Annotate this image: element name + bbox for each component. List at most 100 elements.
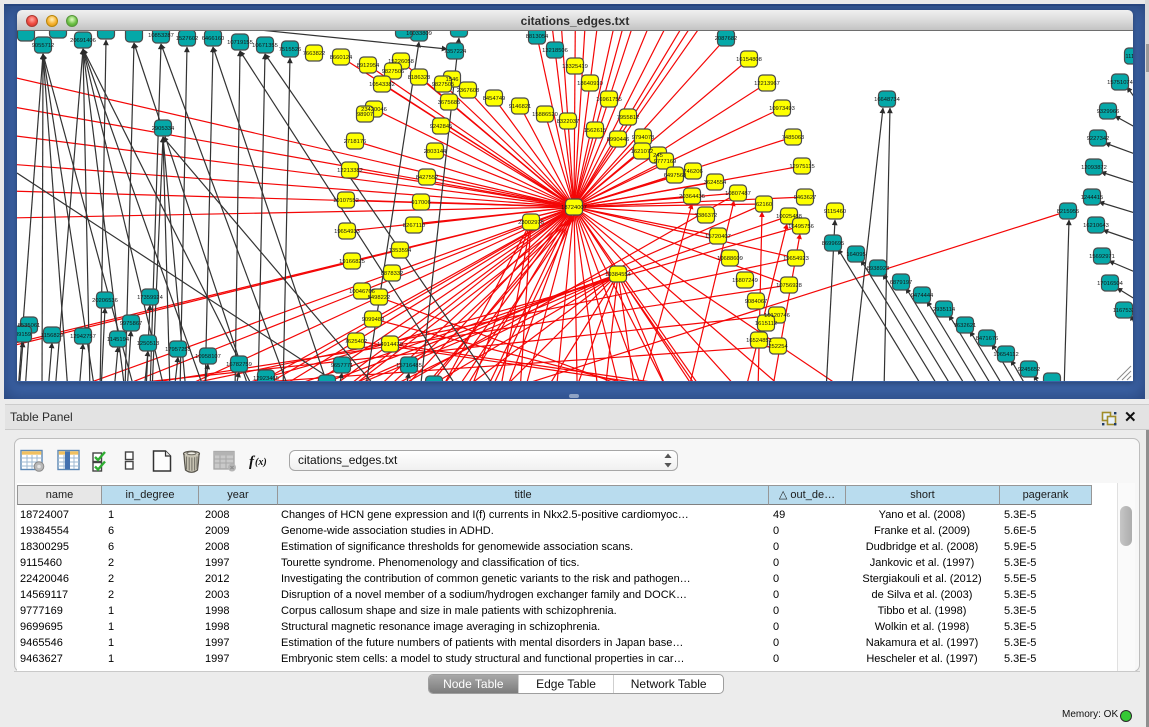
- svg-text:15720407: 15720407: [705, 234, 731, 240]
- svg-text:10973493: 10973493: [769, 106, 795, 112]
- svg-text:16495756: 16495756: [788, 224, 814, 230]
- svg-text:6879197: 6879197: [890, 280, 913, 286]
- svg-text:1621072: 1621072: [631, 149, 654, 155]
- svg-text:12923465: 12923465: [253, 376, 279, 381]
- svg-text:12975115: 12975115: [789, 164, 814, 170]
- svg-text:2935114: 2935114: [933, 307, 956, 313]
- svg-text:8938923: 8938923: [867, 266, 890, 272]
- svg-text:10719155: 10719155: [227, 40, 253, 46]
- svg-text:39159: 39159: [17, 332, 31, 338]
- svg-text:15751074: 15751074: [1107, 80, 1133, 86]
- svg-text:20364436: 20364436: [679, 194, 705, 200]
- svg-text:10120746: 10120746: [764, 313, 790, 319]
- svg-text:16648734: 16648734: [874, 97, 901, 103]
- svg-text:15226058: 15226058: [388, 59, 414, 65]
- svg-text:1527602: 1527602: [176, 36, 199, 42]
- svg-text:7955812: 7955812: [617, 115, 640, 121]
- svg-text:746206: 746206: [683, 169, 702, 175]
- svg-text:7386372: 7386372: [695, 213, 718, 219]
- svg-text:5498222: 5498222: [368, 295, 391, 301]
- svg-text:1145194: 1145194: [107, 337, 130, 343]
- svg-text:9055712: 9055712: [32, 43, 55, 49]
- svg-text:1615112: 1615112: [755, 321, 777, 327]
- svg-text:8186328: 8186328: [408, 75, 431, 81]
- svg-text:7663822: 7663822: [303, 51, 326, 57]
- svg-text:9084067: 9084067: [745, 299, 768, 305]
- svg-text:1250513: 1250513: [137, 341, 160, 347]
- svg-text:8322037: 8322037: [557, 119, 580, 125]
- svg-text:16210643: 16210643: [1083, 223, 1109, 229]
- svg-text:9657771: 9657771: [331, 363, 354, 369]
- svg-text:7632621: 7632621: [954, 323, 977, 329]
- svg-text:98907: 98907: [357, 112, 373, 118]
- svg-text:7625402: 7625402: [345, 339, 368, 345]
- svg-text:17016504: 17016504: [1097, 281, 1124, 287]
- svg-text:9099489: 9099489: [362, 317, 385, 323]
- svg-text:13325419: 13325419: [562, 64, 588, 70]
- svg-text:10107552: 10107552: [333, 198, 359, 204]
- svg-text:10543382: 10543382: [369, 82, 395, 88]
- svg-text:7357224: 7357224: [444, 49, 467, 55]
- svg-text:8267110: 8267110: [403, 223, 425, 229]
- svg-text:1353594: 1353594: [389, 248, 412, 254]
- svg-text:917006: 917006: [411, 200, 430, 206]
- svg-text:2803144: 2803144: [424, 149, 447, 155]
- svg-text:2718176: 2718176: [344, 139, 367, 145]
- svg-text:3624554: 3624554: [704, 180, 727, 186]
- svg-text:9245652: 9245652: [1018, 367, 1041, 373]
- svg-text:2905334: 2905334: [152, 126, 175, 132]
- svg-text:7485063: 7485063: [782, 135, 805, 141]
- svg-text:8215955: 8215955: [1057, 209, 1080, 215]
- svg-text:8878332: 8878332: [381, 271, 404, 277]
- svg-text:18640910: 18640910: [577, 81, 603, 87]
- svg-text:16961755: 16961755: [596, 97, 622, 103]
- svg-text:19654923: 19654923: [783, 256, 809, 262]
- svg-text:11172: 11172: [1125, 54, 1133, 60]
- svg-text:(x): (x): [255, 457, 267, 468]
- svg-text:6466160: 6466160: [202, 36, 225, 42]
- svg-text:20206536: 20206536: [92, 298, 118, 304]
- svg-text:3675685: 3675685: [438, 100, 461, 106]
- svg-text:9827506: 9827506: [382, 69, 405, 75]
- svg-text:18724007: 18724007: [561, 205, 587, 211]
- svg-text:15886520: 15886520: [532, 112, 558, 118]
- svg-text:20691406: 20691406: [70, 38, 96, 44]
- svg-text:9146821: 9146821: [509, 104, 532, 110]
- svg-text:10654112: 10654112: [993, 352, 1018, 358]
- svg-text:17359924: 17359924: [137, 295, 164, 301]
- svg-text:13218506: 13218506: [542, 48, 568, 54]
- svg-text:9794078: 9794078: [632, 135, 655, 141]
- svg-text:1244415: 1244415: [1081, 195, 1104, 201]
- svg-text:12213382: 12213382: [337, 168, 363, 174]
- svg-text:10671355: 10671355: [252, 43, 278, 49]
- svg-text:8535061: 8535061: [18, 323, 41, 329]
- svg-text:9115460: 9115460: [824, 209, 846, 215]
- svg-text:8454749: 8454749: [483, 96, 506, 102]
- svg-text:8427552: 8427552: [416, 175, 439, 181]
- svg-text:12213967: 12213967: [754, 81, 780, 87]
- svg-text:9227342: 9227342: [1087, 136, 1110, 142]
- svg-text:10853287: 10853287: [148, 33, 174, 39]
- svg-text:8471676: 8471676: [976, 336, 999, 342]
- svg-text:8699695: 8699695: [822, 241, 845, 247]
- svg-text:9827505: 9827505: [432, 82, 455, 88]
- svg-text:9975867: 9975867: [120, 321, 143, 327]
- svg-text:19166825: 19166825: [339, 259, 365, 265]
- svg-text:9777169: 9777169: [654, 159, 677, 165]
- svg-text:9329966: 9329966: [1097, 109, 1120, 115]
- svg-text:15716485: 15716485: [396, 363, 422, 369]
- svg-text:62160: 62160: [756, 202, 772, 208]
- svg-text:8912954: 8912954: [357, 63, 380, 69]
- svg-text:19384554: 19384554: [605, 272, 632, 278]
- svg-text:23002975: 23002975: [518, 220, 544, 226]
- svg-text:1167533: 1167533: [1113, 308, 1133, 314]
- svg-text:12942757: 12942757: [70, 334, 96, 340]
- svg-text:15692971: 15692971: [1089, 254, 1115, 260]
- svg-text:10688609: 10688609: [717, 256, 743, 262]
- svg-text:8813054: 8813054: [526, 34, 549, 40]
- svg-text:8660124: 8660124: [330, 55, 353, 61]
- svg-text:16782759: 16782759: [226, 362, 252, 368]
- svg-text:9474444: 9474444: [911, 293, 934, 299]
- svg-text:10807487: 10807487: [725, 191, 751, 197]
- svg-text:1562615: 1562615: [584, 128, 607, 134]
